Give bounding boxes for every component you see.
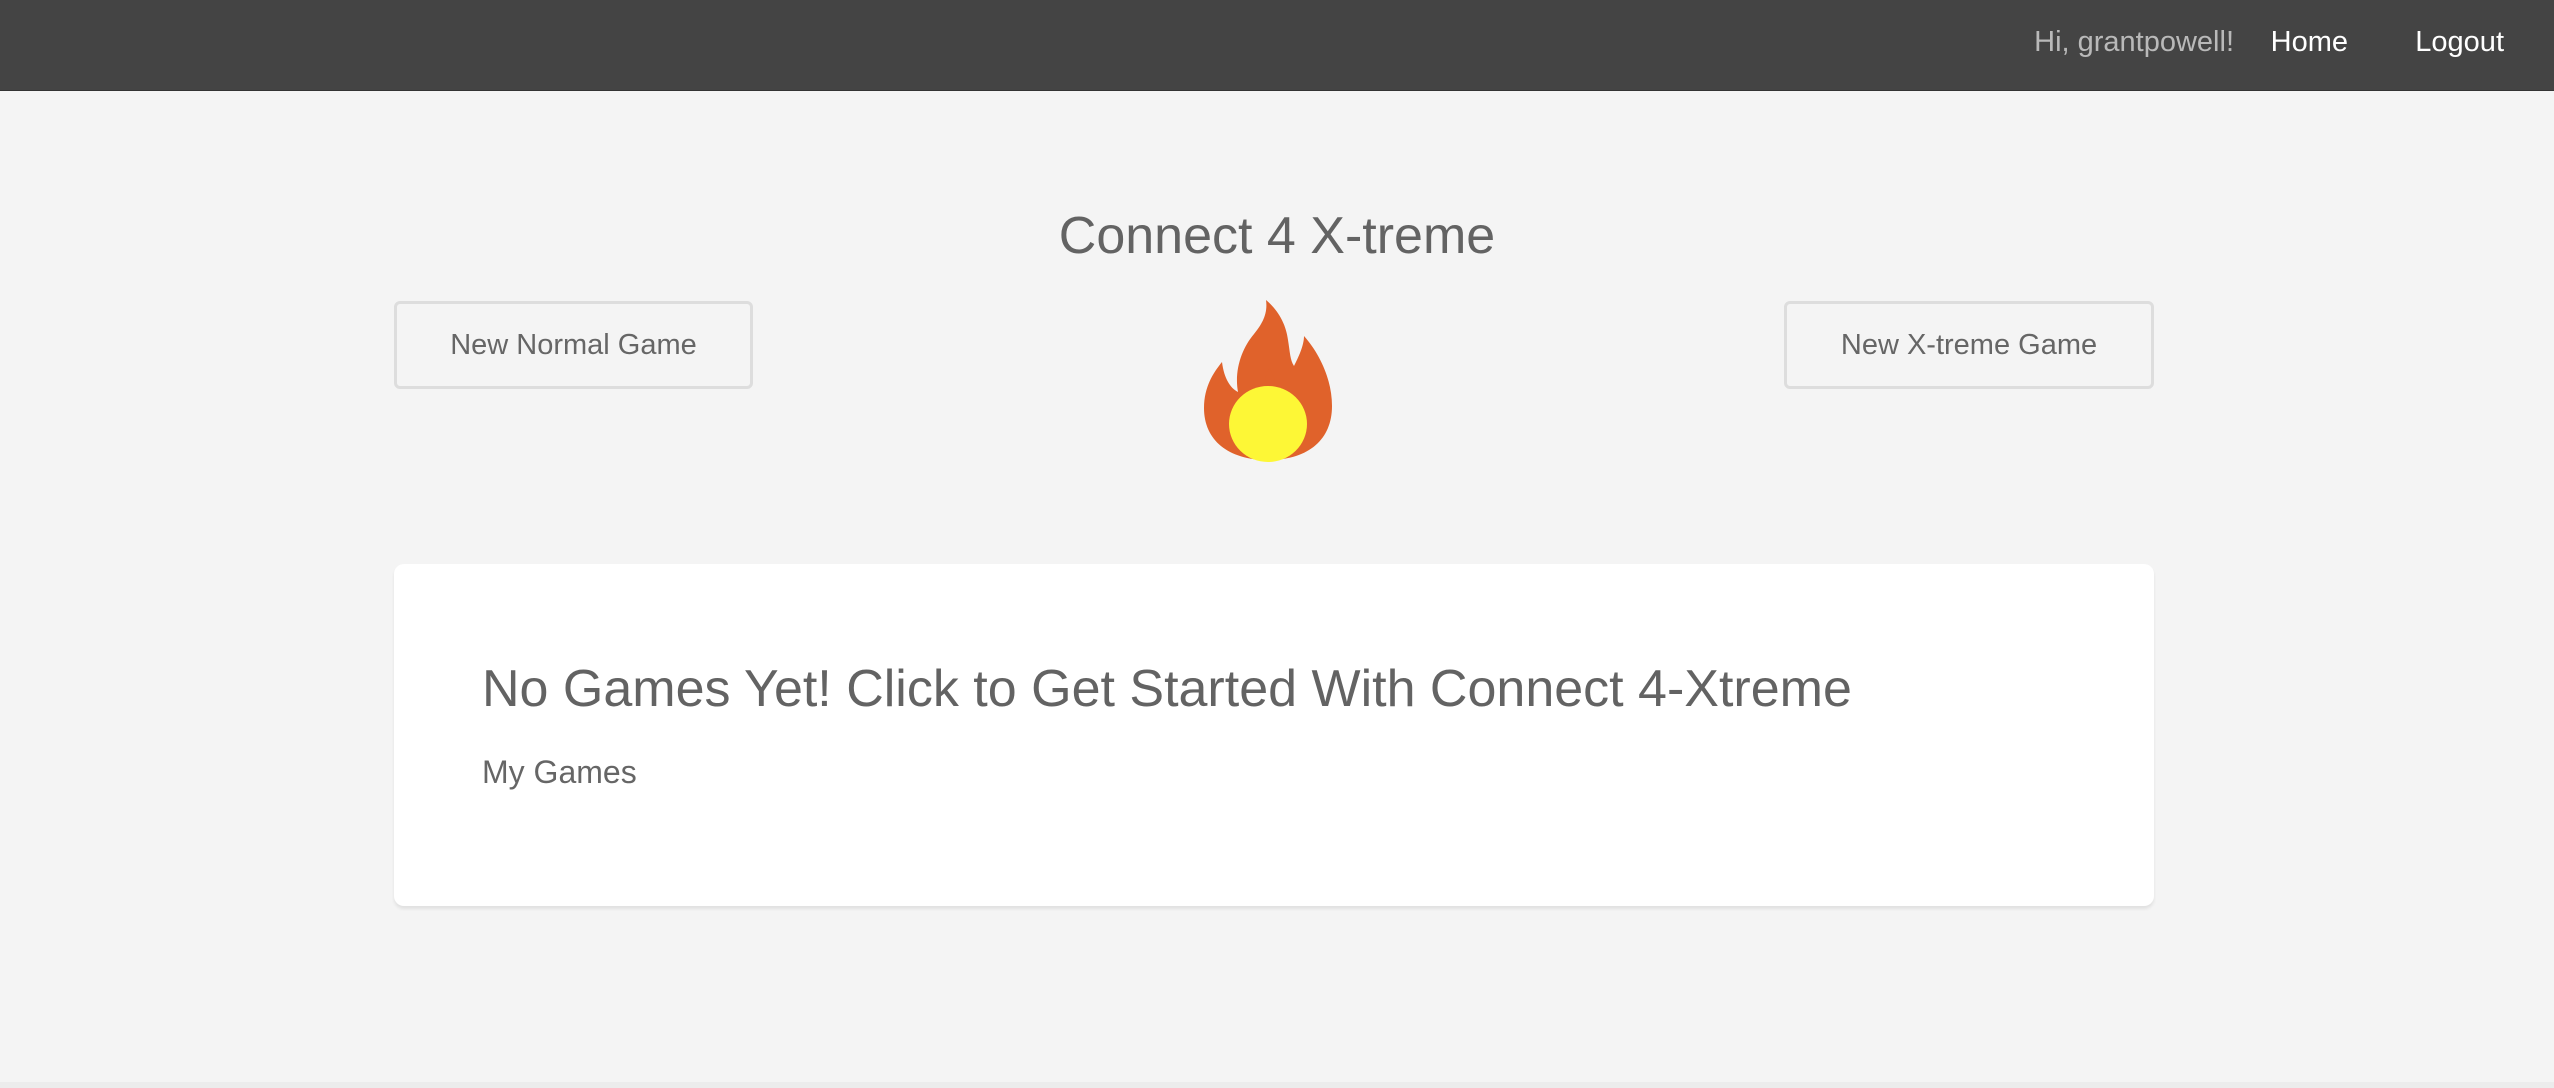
user-greeting: Hi, grantpowell!	[2034, 26, 2234, 58]
games-card: No Games Yet! Click to Get Started With …	[394, 564, 2154, 906]
new-xtreme-game-button[interactable]: New X-treme Game	[1784, 301, 2154, 389]
home-link[interactable]: Home	[2271, 26, 2348, 59]
page-title: Connect 4 X-treme	[1058, 207, 1496, 265]
navbar: Hi, grantpowell! Home Logout	[0, 0, 2554, 91]
footer-divider	[0, 1082, 2554, 1088]
game-ball	[1229, 386, 1307, 462]
logout-link[interactable]: Logout	[2415, 26, 2504, 59]
new-normal-game-button[interactable]: New Normal Game	[394, 301, 753, 389]
my-games-label: My Games	[482, 754, 637, 790]
no-games-heading[interactable]: No Games Yet! Click to Get Started With …	[482, 659, 1852, 719]
flame-icon	[1198, 300, 1338, 468]
